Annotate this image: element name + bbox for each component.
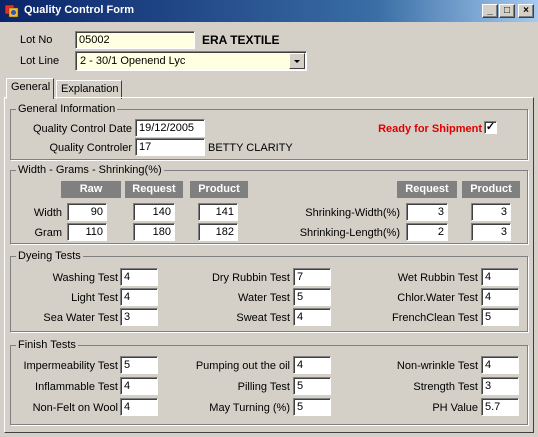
- width-label: Width: [33, 207, 62, 219]
- title-bar[interactable]: Quality Control Form _ □ ×: [0, 0, 538, 22]
- dry-rubbin-test-input[interactable]: 7: [293, 268, 331, 286]
- width-request-input[interactable]: 140: [133, 203, 175, 221]
- gram-label: Gram: [34, 227, 63, 239]
- chlor-water-test-label: Chlor.Water Test: [397, 292, 478, 304]
- washing-test-label: Washing Test: [52, 272, 118, 284]
- qc-controller-label: Quality Controler: [49, 142, 132, 154]
- washing-test-input[interactable]: 4: [120, 268, 158, 286]
- request-header: Request: [125, 181, 183, 198]
- shrink-request-header: Request: [397, 181, 457, 198]
- inflammable-test-label: Inflammable Test: [35, 381, 118, 393]
- lot-line-select[interactable]: 2 - 30/1 Openend Lyc: [75, 51, 307, 71]
- maximize-button[interactable]: □: [499, 4, 515, 18]
- lot-line-label: Lot Line: [20, 55, 60, 67]
- dry-rubbin-test-label: Dry Rubbin Test: [211, 272, 290, 284]
- minimize-button[interactable]: _: [482, 4, 498, 18]
- sea-water-test-label: Sea Water Test: [43, 312, 118, 324]
- group-title: General Information: [16, 103, 118, 115]
- water-test-input[interactable]: 5: [293, 288, 331, 306]
- chevron-down-icon[interactable]: [289, 53, 305, 69]
- non-felt-on-wool-input[interactable]: 4: [120, 398, 158, 416]
- water-test-label: Water Test: [238, 292, 290, 304]
- group-title: Finish Tests: [16, 339, 78, 351]
- frenchclean-test-label: FrenchClean Test: [391, 312, 478, 324]
- ready-for-shipment-checkbox[interactable]: ✓: [484, 121, 497, 134]
- strength-test-label: Strength Test: [413, 381, 478, 393]
- lot-no-input[interactable]: 05002: [75, 31, 195, 49]
- qc-date-input[interactable]: 19/12/2005: [135, 119, 205, 137]
- light-test-label: Light Test: [71, 292, 118, 304]
- lot-no-label: Lot No: [20, 34, 53, 46]
- gram-request-input[interactable]: 180: [133, 223, 175, 241]
- width-product-input[interactable]: 141: [198, 203, 238, 221]
- chlor-water-test-input[interactable]: 4: [481, 288, 519, 306]
- ph-value-label: PH Value: [432, 402, 478, 414]
- frenchclean-test-input[interactable]: 5: [481, 308, 519, 326]
- sweat-test-input[interactable]: 4: [293, 308, 331, 326]
- may-turning-input[interactable]: 5: [293, 398, 331, 416]
- light-test-input[interactable]: 4: [120, 288, 158, 306]
- non-wrinkle-test-input[interactable]: 4: [481, 356, 519, 374]
- close-button[interactable]: ×: [518, 4, 534, 18]
- controller-name: BETTY CLARITY: [208, 142, 293, 154]
- qc-date-label: Quality Control Date: [32, 123, 132, 135]
- impermeability-test-label: Impermeability Test: [23, 360, 118, 372]
- strength-test-input[interactable]: 3: [481, 377, 519, 395]
- shrinking-length-product-input[interactable]: 3: [471, 223, 511, 241]
- tab-general[interactable]: General: [6, 78, 54, 99]
- lot-line-value: 2 - 30/1 Openend Lyc: [80, 55, 186, 67]
- sweat-test-label: Sweat Test: [236, 312, 290, 324]
- ph-value-input[interactable]: 5.7: [481, 398, 519, 416]
- product-header: Product: [190, 181, 248, 198]
- group-title: Width - Grams - Shrinking(%): [16, 164, 164, 176]
- pumping-out-oil-label: Pumping out the oil: [195, 360, 290, 372]
- wet-rubbin-test-label: Wet Rubbin Test: [397, 272, 478, 284]
- inflammable-test-input[interactable]: 4: [120, 377, 158, 395]
- ready-for-shipment-label: Ready for Shipment: [378, 123, 482, 135]
- raw-header: Raw: [61, 181, 121, 198]
- pilling-test-input[interactable]: 5: [293, 377, 331, 395]
- window-title: Quality Control Form: [24, 4, 134, 16]
- group-title: Dyeing Tests: [16, 250, 83, 262]
- shrinking-length-request-input[interactable]: 2: [406, 223, 448, 241]
- shrinking-width-product-input[interactable]: 3: [471, 203, 511, 221]
- wet-rubbin-test-input[interactable]: 4: [481, 268, 519, 286]
- non-wrinkle-test-label: Non-wrinkle Test: [396, 360, 478, 372]
- non-felt-on-wool-label: Non-Felt on Wool: [32, 402, 118, 414]
- gram-raw-input[interactable]: 110: [67, 223, 107, 241]
- width-raw-input[interactable]: 90: [67, 203, 107, 221]
- may-turning-label: May Turning (%): [209, 402, 290, 414]
- shrinking-length-label: Shrinking-Length(%): [299, 227, 400, 239]
- pilling-test-label: Pilling Test: [237, 381, 290, 393]
- shrinking-width-label: Shrinking-Width(%): [305, 207, 400, 219]
- shrink-product-header: Product: [462, 181, 520, 198]
- company-name: ERA TEXTILE: [202, 33, 280, 47]
- gram-product-input[interactable]: 182: [198, 223, 238, 241]
- shrinking-width-request-input[interactable]: 3: [406, 203, 448, 221]
- qc-controller-input[interactable]: 17: [135, 138, 205, 156]
- pumping-out-oil-input[interactable]: 4: [293, 356, 331, 374]
- sea-water-test-input[interactable]: 3: [120, 308, 158, 326]
- impermeability-test-input[interactable]: 5: [120, 356, 158, 374]
- app-icon: [4, 4, 19, 18]
